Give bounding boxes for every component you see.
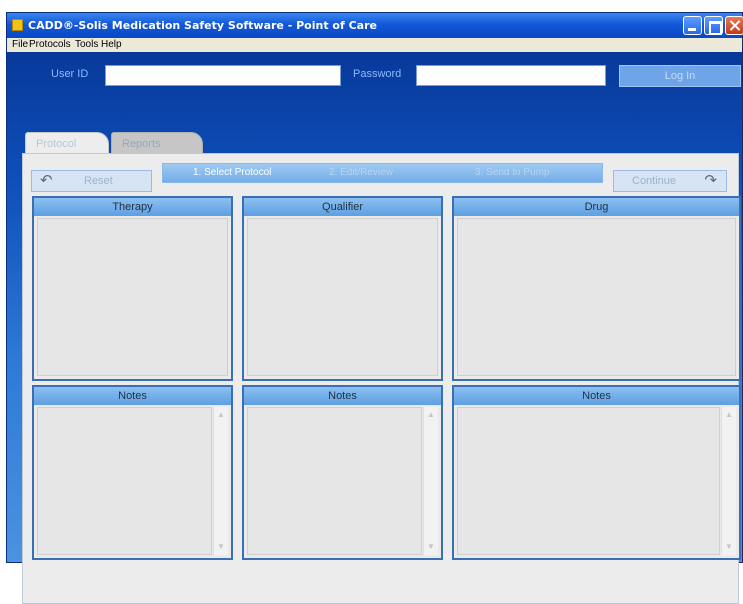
drug-notes: Notes ▲ ▼ bbox=[452, 385, 741, 560]
qualifier-header: Qualifier bbox=[244, 198, 441, 216]
password-label: Password bbox=[353, 68, 402, 80]
scroll-up-icon[interactable]: ▲ bbox=[214, 408, 228, 422]
continue-button[interactable]: Continue ↷ bbox=[613, 170, 727, 192]
notes-scrollbar[interactable]: ▲ ▼ bbox=[213, 407, 228, 555]
therapy-notes-area[interactable] bbox=[37, 407, 212, 555]
user-id-label: User ID bbox=[51, 68, 89, 80]
drug-list-body[interactable] bbox=[457, 218, 736, 376]
notes-header: Notes bbox=[454, 387, 739, 405]
tab-reports[interactable]: Reports bbox=[111, 132, 203, 154]
window-title: CADD®-Solis Medication Safety Software -… bbox=[28, 19, 377, 32]
qualifier-notes: Notes ▲ ▼ bbox=[242, 385, 443, 560]
user-id-field[interactable] bbox=[105, 65, 341, 86]
menu-bar: File Protocols Tools Help bbox=[7, 38, 742, 52]
scroll-down-icon[interactable]: ▼ bbox=[214, 540, 228, 554]
scroll-up-icon[interactable]: ▲ bbox=[424, 408, 438, 422]
menu-protocols[interactable]: Protocols bbox=[29, 39, 71, 50]
qualifier-list: Qualifier bbox=[242, 196, 443, 381]
scroll-down-icon[interactable]: ▼ bbox=[722, 540, 736, 554]
reset-button[interactable]: ↶ Reset bbox=[31, 170, 152, 192]
therapy-list: Therapy bbox=[32, 196, 233, 381]
scroll-up-icon[interactable]: ▲ bbox=[722, 408, 736, 422]
menu-help[interactable]: Help bbox=[101, 39, 122, 50]
notes-scrollbar[interactable]: ▲ ▼ bbox=[423, 407, 438, 555]
protocol-panel: ↶ Reset 1. Select Protocol 2. Edit/Revie… bbox=[22, 153, 741, 604]
therapy-list-body[interactable] bbox=[37, 218, 228, 376]
close-button[interactable] bbox=[725, 16, 743, 35]
menu-file[interactable]: File bbox=[12, 39, 28, 50]
redo-arrow-icon: ↷ bbox=[704, 172, 717, 189]
step-send-to-pump[interactable]: 3. Send to Pump bbox=[475, 167, 550, 178]
reset-label: Reset bbox=[84, 175, 113, 187]
therapy-header: Therapy bbox=[34, 198, 231, 216]
tab-protocol[interactable]: Protocol bbox=[25, 132, 109, 154]
therapy-notes: Notes ▲ ▼ bbox=[32, 385, 233, 560]
notes-header: Notes bbox=[244, 387, 441, 405]
undo-arrow-icon: ↶ bbox=[40, 172, 53, 189]
title-bar[interactable]: CADD®-Solis Medication Safety Software -… bbox=[7, 13, 743, 38]
scroll-down-icon[interactable]: ▼ bbox=[424, 540, 438, 554]
minimize-button[interactable] bbox=[683, 16, 702, 35]
menu-tools[interactable]: Tools bbox=[75, 39, 98, 50]
password-field[interactable] bbox=[416, 65, 606, 86]
drug-notes-area[interactable] bbox=[457, 407, 720, 555]
maximize-button[interactable] bbox=[704, 16, 723, 35]
login-button[interactable]: Log In bbox=[619, 65, 741, 87]
drug-header: Drug bbox=[454, 198, 739, 216]
drug-list: Drug bbox=[452, 196, 741, 381]
qualifier-list-body[interactable] bbox=[247, 218, 438, 376]
app-window: CADD®-Solis Medication Safety Software -… bbox=[6, 12, 743, 604]
step-select-protocol[interactable]: 1. Select Protocol bbox=[193, 167, 271, 178]
notes-scrollbar[interactable]: ▲ ▼ bbox=[721, 407, 736, 555]
main-content: User ID Password Log In Protocol Reports… bbox=[7, 52, 742, 604]
workflow-steps: 1. Select Protocol 2. Edit/Review 3. Sen… bbox=[162, 163, 603, 183]
step-edit-review[interactable]: 2. Edit/Review bbox=[329, 167, 393, 178]
continue-label: Continue bbox=[632, 175, 677, 187]
notes-header: Notes bbox=[34, 387, 231, 405]
qualifier-notes-area[interactable] bbox=[247, 407, 422, 555]
app-icon bbox=[12, 19, 23, 31]
